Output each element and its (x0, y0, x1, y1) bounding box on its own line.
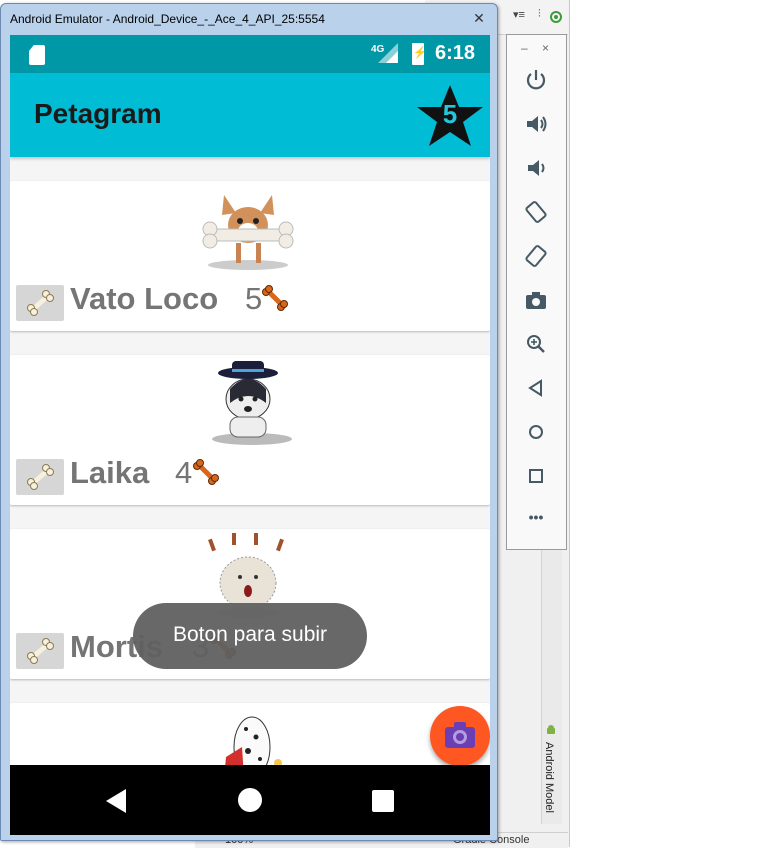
volume-down-icon[interactable] (523, 155, 549, 181)
bone-icon (27, 464, 54, 490)
battery-icon (412, 43, 427, 65)
emulator-window-title: Android Emulator - Android_Device_-_Ace_… (10, 12, 325, 26)
status-bar: 4G 6:18 (10, 35, 490, 73)
window-close-button[interactable]: ✕ (468, 9, 490, 27)
toast-text: Boton para subir (172, 623, 328, 646)
favorites-count[interactable]: 5 (415, 99, 485, 130)
network-type: 4G (371, 44, 385, 55)
bone-rating-icon (262, 285, 288, 311)
android-model-label: Android Model (543, 742, 555, 813)
ide-toolbar-menu-icon[interactable]: ▾≡ (513, 8, 525, 21)
pet-photo-husky (212, 361, 292, 445)
android-model-tab[interactable]: Android Model (543, 722, 559, 822)
like-button[interactable] (16, 633, 64, 669)
status-clock: 6:18 (435, 42, 476, 64)
toast-message: Boton para subir (133, 603, 367, 669)
rotate-left-icon[interactable] (523, 199, 549, 225)
like-button[interactable] (16, 459, 64, 495)
emulator-window: Android Emulator - Android_Device_-_Ace_… (0, 3, 498, 841)
navigation-bar (10, 765, 490, 835)
pet-likes-count: 5 (245, 281, 263, 316)
bone-icon (27, 290, 54, 316)
pet-card: Vato Loco 5 (10, 181, 490, 331)
app-title: Petagram (34, 98, 162, 129)
back-icon[interactable] (106, 789, 126, 813)
emulator-side-panel: – × ••• (506, 34, 567, 550)
bone-icon (27, 638, 54, 664)
panel-home-icon[interactable] (523, 419, 549, 445)
power-icon[interactable] (523, 67, 549, 93)
android-icon (547, 725, 555, 734)
app-bar: Petagram 5 (10, 73, 490, 157)
panel-back-icon[interactable] (523, 375, 549, 401)
panel-close-button[interactable]: × (542, 41, 549, 55)
bone-rating-icon (193, 459, 219, 485)
camera-icon (445, 722, 475, 748)
like-button[interactable] (16, 285, 64, 321)
overview-icon[interactable] (523, 463, 549, 489)
volume-up-icon[interactable] (523, 111, 549, 137)
zoom-icon[interactable] (523, 331, 549, 357)
recent-apps-icon[interactable] (372, 790, 394, 812)
rotate-right-icon[interactable] (523, 243, 549, 269)
ide-toolbar-split-icon[interactable]: ⫶ (538, 8, 541, 21)
device-screen: 4G 6:18 Petagram 5 (10, 35, 490, 835)
pet-photo-chihuahua (202, 195, 294, 270)
pet-name: Laika (70, 455, 150, 490)
pet-likes-count: 4 (175, 455, 193, 490)
more-icon[interactable]: ••• (523, 509, 549, 535)
pet-name: Vato Loco (70, 281, 219, 316)
screenshot-camera-icon[interactable] (523, 287, 549, 313)
home-icon[interactable] (238, 788, 262, 812)
camera-fab-button[interactable] (430, 706, 490, 766)
panel-minimize-button[interactable]: – (521, 41, 528, 55)
sd-card-icon (29, 45, 45, 65)
ide-sync-icon[interactable] (549, 10, 563, 24)
pet-card: Laika 4 (10, 355, 490, 505)
